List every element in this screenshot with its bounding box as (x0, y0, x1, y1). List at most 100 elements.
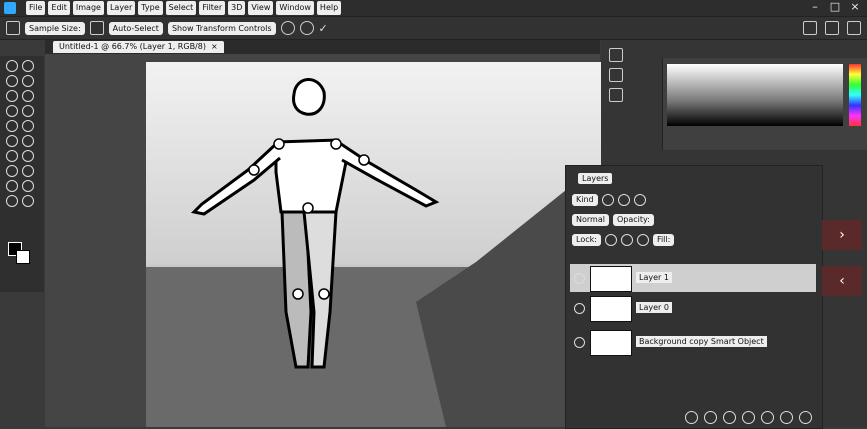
link-layers-icon[interactable] (685, 411, 698, 424)
maximize-icon[interactable]: □ (829, 1, 841, 13)
gradient-tool-icon[interactable] (22, 135, 34, 147)
photoshop-app-icon[interactable] (4, 2, 16, 14)
shape-tool-icon[interactable] (22, 180, 34, 192)
figure-right-arm (337, 140, 440, 208)
background-color-swatch[interactable] (16, 250, 30, 264)
dock-icon-strip (609, 48, 623, 102)
layer-row-1[interactable]: Layer 1 (570, 264, 816, 292)
healing-tool-icon[interactable] (6, 105, 18, 117)
lasso-tool-icon[interactable] (6, 75, 18, 87)
document-tab[interactable]: Untitled-1 @ 66.7% (Layer 1, RGB/8) × (53, 41, 224, 53)
kind-filter-dropdown[interactable]: Kind (572, 194, 598, 206)
hue-slider[interactable] (849, 64, 861, 126)
lock-pixels-icon[interactable] (604, 234, 617, 246)
hand-tool-icon[interactable] (6, 195, 18, 207)
menu-window[interactable]: Window (276, 1, 314, 15)
document-canvas[interactable] (146, 62, 618, 427)
menu-edit[interactable]: Edit (48, 1, 70, 15)
brush-tool-icon[interactable] (22, 105, 34, 117)
eraser-tool-icon[interactable] (6, 135, 18, 147)
filter-type-icon[interactable] (633, 194, 646, 206)
expand-panel-button[interactable]: › (822, 220, 862, 250)
color-panel (662, 58, 867, 150)
puppet-pin-left-knee[interactable] (292, 288, 304, 300)
delete-layer-icon[interactable] (799, 411, 812, 424)
eyedropper-tool-icon[interactable] (22, 90, 34, 102)
puppet-pin-right-knee[interactable] (318, 288, 330, 300)
search-icon[interactable] (803, 21, 817, 35)
menu-select[interactable]: Select (165, 1, 197, 15)
window-controls: – □ × (809, 1, 861, 13)
tab-close-icon[interactable]: × (211, 42, 218, 51)
adjustments-panel-icon[interactable] (609, 88, 623, 102)
visibility-eye-icon[interactable] (574, 337, 585, 348)
filter-pixel-icon[interactable] (601, 194, 614, 206)
puppet-pin-left-shoulder[interactable] (273, 138, 285, 150)
arrange-icon[interactable] (89, 21, 104, 35)
puppet-pin-right-shoulder[interactable] (330, 138, 342, 150)
type-tool-icon[interactable] (22, 165, 34, 177)
filter-adjustment-icon[interactable] (617, 194, 630, 206)
sample-size-dropdown[interactable]: Sample Size: (25, 21, 85, 35)
layer-row-3[interactable]: Background copy Smart Object (570, 328, 816, 356)
marquee-tool-icon[interactable] (22, 60, 34, 72)
workspace-icon[interactable] (825, 21, 839, 35)
close-window-icon[interactable]: × (849, 1, 861, 13)
show-transform-button[interactable]: Show Transform Controls (167, 21, 276, 35)
menu-bar: File Edit Image Layer Type Select Filter… (0, 0, 867, 17)
add-mask-icon[interactable] (723, 411, 736, 424)
menu-image[interactable]: Image (72, 1, 104, 15)
layer-name[interactable]: Layer 0 (636, 302, 672, 313)
layer-thumbnail (590, 330, 632, 356)
share-icon[interactable] (847, 21, 861, 35)
color-picker-field[interactable] (667, 64, 843, 126)
auto-select-button[interactable]: Auto-Select (108, 21, 163, 35)
lock-position-icon[interactable] (620, 234, 633, 246)
visibility-eye-icon[interactable] (574, 303, 585, 314)
new-adjustment-icon[interactable] (742, 411, 755, 424)
history-panel-icon[interactable] (609, 48, 623, 62)
menu-file[interactable]: File (26, 1, 46, 15)
minimize-icon[interactable]: – (809, 1, 821, 13)
rotate-icon[interactable] (299, 21, 314, 35)
layer-style-icon[interactable] (704, 411, 717, 424)
pen-tool-icon[interactable] (6, 165, 18, 177)
collapse-panel-button[interactable]: ‹ (822, 266, 862, 296)
commit-check-icon[interactable]: ✓ (319, 22, 328, 35)
puppet-pin-right-elbow[interactable] (358, 154, 370, 166)
blur-tool-icon[interactable] (6, 150, 18, 162)
menu-items: File Edit Image Layer Type Select Filter… (26, 1, 342, 15)
cancel-transform-icon[interactable] (280, 21, 295, 35)
puppet-pin-left-elbow[interactable] (248, 164, 260, 176)
properties-panel-icon[interactable] (609, 68, 623, 82)
dodge-tool-icon[interactable] (22, 150, 34, 162)
path-select-tool-icon[interactable] (6, 180, 18, 192)
quick-select-tool-icon[interactable] (22, 75, 34, 87)
crop-tool-icon[interactable] (6, 90, 18, 102)
layer-name[interactable]: Layer 1 (636, 272, 672, 283)
move-tool-icon[interactable] (6, 60, 18, 72)
layers-panel-title[interactable]: Layers (578, 173, 613, 184)
visibility-eye-icon[interactable] (574, 273, 585, 284)
blend-mode-dropdown[interactable]: Normal (572, 214, 609, 226)
stamp-tool-icon[interactable] (6, 120, 18, 132)
opacity-label: Opacity: (612, 214, 654, 226)
layer-name[interactable]: Background copy Smart Object (636, 336, 767, 347)
lock-all-icon[interactable] (636, 234, 649, 246)
puppet-pin-hip[interactable] (302, 202, 314, 214)
new-layer-icon[interactable] (780, 411, 793, 424)
layer-row-2[interactable]: Layer 0 (570, 294, 816, 322)
zoom-tool-icon[interactable] (22, 195, 34, 207)
current-tool-icon[interactable] (6, 21, 20, 35)
menu-view[interactable]: View (248, 1, 274, 15)
color-swatches[interactable] (8, 242, 32, 264)
menu-3d[interactable]: 3D (228, 1, 246, 15)
menu-help[interactable]: Help (316, 1, 342, 15)
menu-filter[interactable]: Filter (199, 1, 226, 15)
fill-label: Fill: (652, 234, 675, 246)
history-brush-tool-icon[interactable] (22, 120, 34, 132)
new-group-icon[interactable] (761, 411, 774, 424)
options-right (803, 21, 861, 35)
menu-layer[interactable]: Layer (106, 1, 136, 15)
menu-type[interactable]: Type (138, 1, 163, 15)
